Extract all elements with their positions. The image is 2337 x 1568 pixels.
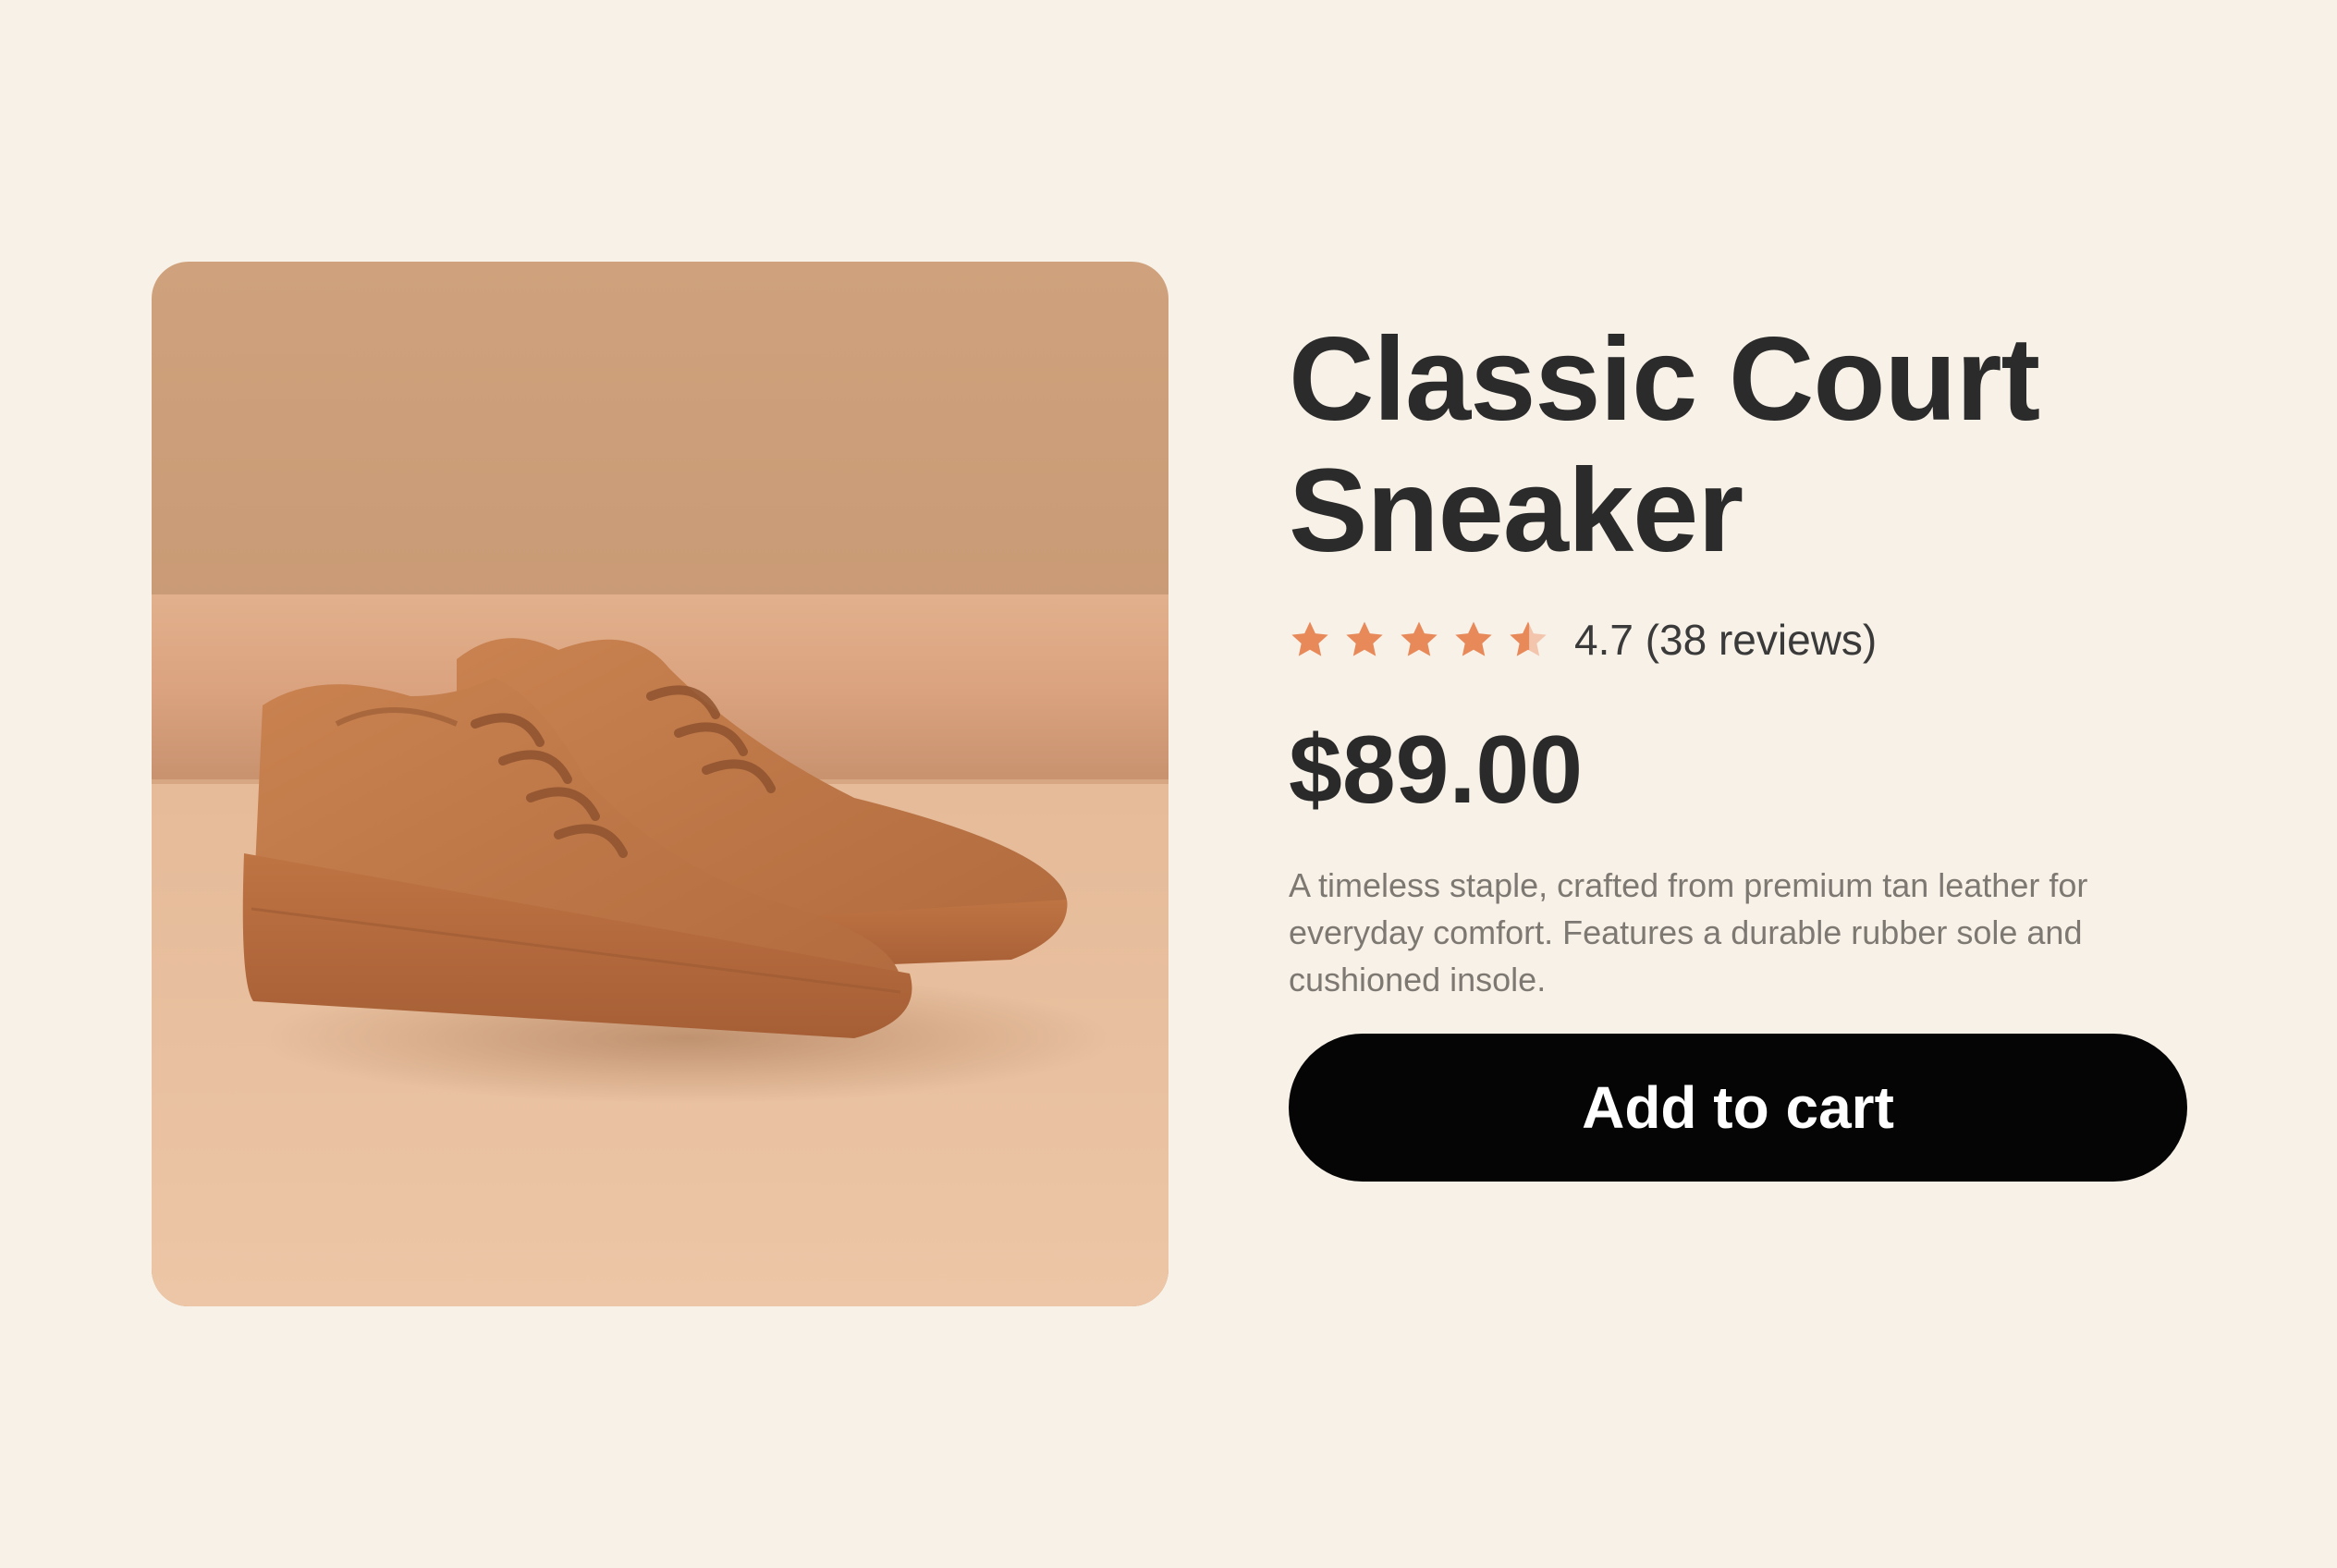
star-icon	[1401, 621, 1438, 656]
rating-row: 4.7 (38 reviews)	[1289, 612, 2222, 668]
product-price: $89.00	[1289, 717, 1584, 824]
product-description: A timeless staple, crafted from premium …	[1289, 866, 2088, 998]
add-to-cart-button[interactable]: Add to cart	[1289, 1034, 2187, 1182]
product-title: Classic Court Sneaker	[1289, 313, 2040, 577]
sneaker-photo	[152, 262, 1168, 1306]
half-star-icon	[1510, 621, 1547, 656]
rating-text: 4.7 (38 reviews)	[1574, 616, 1878, 664]
star-icon	[1346, 621, 1383, 656]
star-icon	[1291, 621, 1328, 656]
product-image	[152, 262, 1168, 1306]
star-icon	[1455, 621, 1492, 656]
product-info: Classic Court Sneaker 4.7 (38 reviews) $…	[1289, 314, 2222, 1036]
star-rating	[1289, 619, 1561, 661]
